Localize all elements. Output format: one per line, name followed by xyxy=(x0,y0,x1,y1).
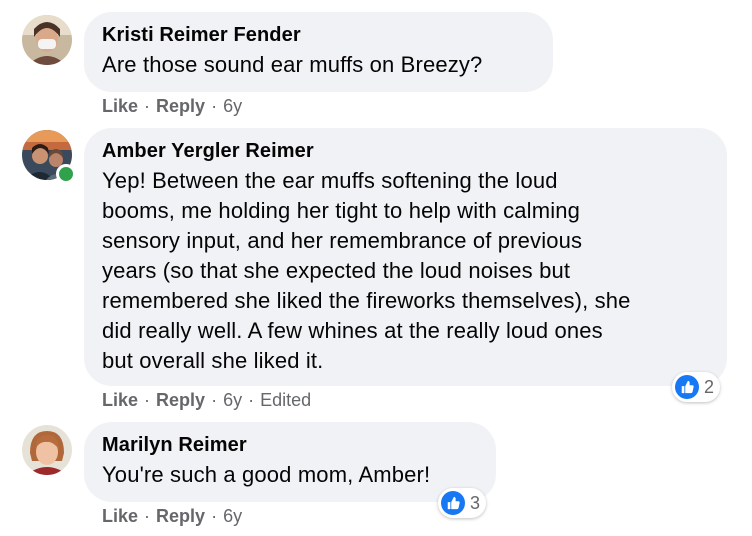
comment-actions: Like · Reply · 6y xyxy=(102,94,242,118)
separator: · xyxy=(144,506,151,526)
comment-author[interactable]: Amber Yergler Reimer xyxy=(102,138,707,164)
separator: · xyxy=(211,506,218,526)
comment-text: Are those sound ear muffs on Breezy? xyxy=(102,52,483,77)
avatar[interactable] xyxy=(22,15,72,65)
comment-timestamp[interactable]: 6y xyxy=(223,96,242,116)
comment-kristi: Kristi Reimer Fender Are those sound ear… xyxy=(0,0,752,120)
comment-text-line: did really well. A few whines at the rea… xyxy=(102,318,603,343)
comment-timestamp[interactable]: 6y xyxy=(223,390,242,410)
comment-bubble: Amber Yergler Reimer Yep! Between the ea… xyxy=(84,128,727,386)
reaction-badge[interactable]: 3 xyxy=(438,488,487,518)
comment-text: You're such a good mom, Amber! xyxy=(102,462,431,487)
comment-author[interactable]: Marilyn Reimer xyxy=(102,432,476,458)
comment-text: Yep! Between the ear muffs softening the… xyxy=(102,166,707,376)
comment-text-line: but overall she liked it. xyxy=(102,348,324,373)
separator: · xyxy=(211,96,218,116)
thumbs-up-icon xyxy=(441,491,465,515)
avatar[interactable] xyxy=(22,425,72,475)
thumbs-up-icon xyxy=(675,375,699,399)
separator: · xyxy=(211,390,218,410)
edited-label[interactable]: Edited xyxy=(260,390,311,410)
reply-button[interactable]: Reply xyxy=(156,96,205,116)
reaction-count: 3 xyxy=(470,492,481,513)
comment-actions: Like · Reply · 6y · Edited xyxy=(102,388,311,412)
reaction-count: 2 xyxy=(704,376,715,397)
comment-timestamp[interactable]: 6y xyxy=(223,506,242,526)
like-button[interactable]: Like xyxy=(102,96,138,116)
comment-actions: Like · Reply · 6y xyxy=(102,504,242,528)
comment-bubble: Kristi Reimer Fender Are those sound ear… xyxy=(84,12,553,92)
comment-marilyn: Marilyn Reimer You're such a good mom, A… xyxy=(0,420,752,536)
comment-text-line: booms, me holding her tight to help with… xyxy=(102,198,581,223)
comment-text-line: remembered she liked the fireworks thems… xyxy=(102,288,631,313)
comment-text-line: sensory input, and her remembrance of pr… xyxy=(102,228,583,253)
comment-amber: Amber Yergler Reimer Yep! Between the ea… xyxy=(0,120,752,420)
like-button[interactable]: Like xyxy=(102,506,138,526)
reaction-badge[interactable]: 2 xyxy=(672,372,721,402)
reply-button[interactable]: Reply xyxy=(156,506,205,526)
comment-text-line: Yep! Between the ear muffs softening the… xyxy=(102,168,558,193)
comment-author[interactable]: Kristi Reimer Fender xyxy=(102,22,533,48)
separator: · xyxy=(144,390,151,410)
comment-text-line: years (so that she expected the loud noi… xyxy=(102,258,571,283)
comment-bubble: Marilyn Reimer You're such a good mom, A… xyxy=(84,422,496,502)
separator: · xyxy=(144,96,151,116)
like-button[interactable]: Like xyxy=(102,390,138,410)
online-status-icon xyxy=(56,164,76,184)
separator: · xyxy=(248,390,255,410)
reply-button[interactable]: Reply xyxy=(156,390,205,410)
